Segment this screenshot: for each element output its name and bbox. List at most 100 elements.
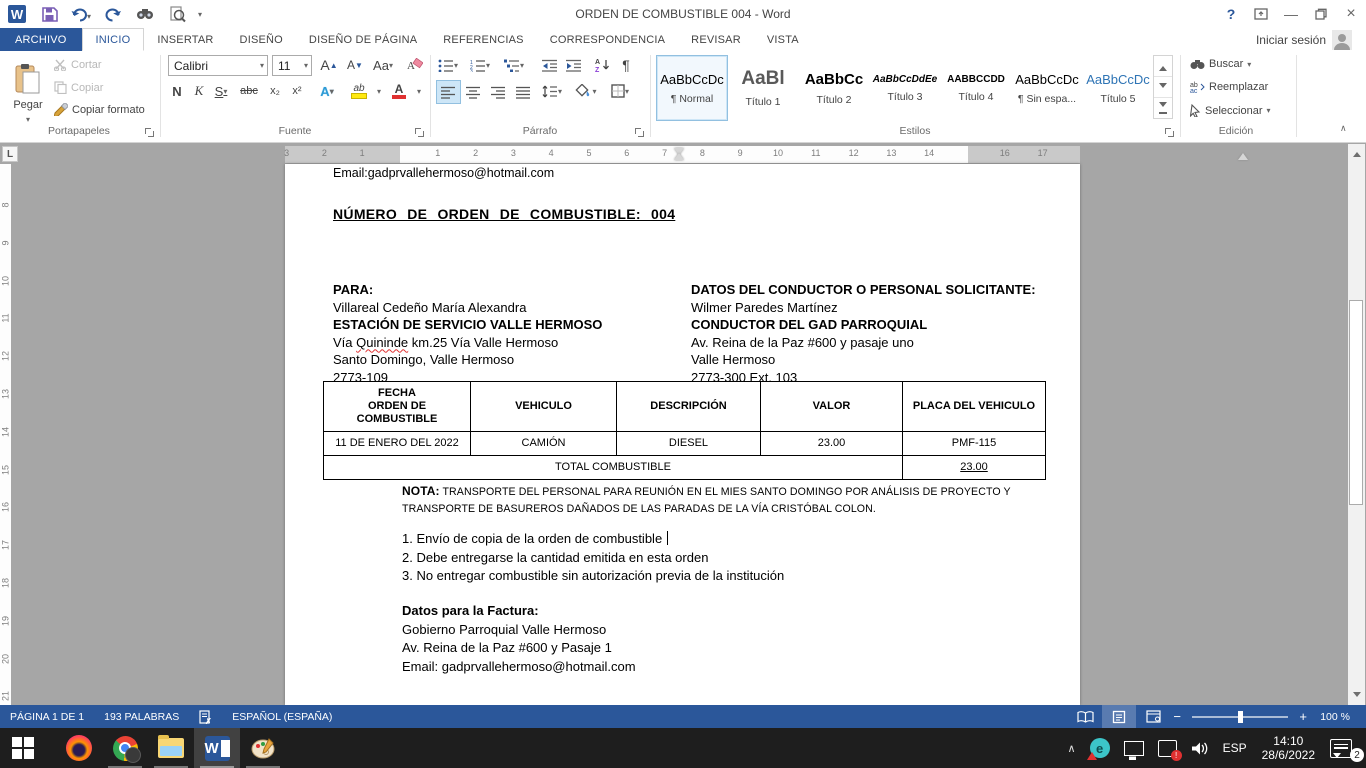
font-family-dropdown-icon[interactable]: ▾ xyxy=(260,61,264,70)
find-button[interactable]: Buscar▾ xyxy=(1190,58,1251,70)
document-page[interactable]: Email:gadprvallehermoso@hotmail.com NÚME… xyxy=(285,164,1080,705)
font-color-dropdown-icon[interactable]: ▾ xyxy=(408,80,430,102)
taskbar-clock[interactable]: 14:10 28/6/2022 xyxy=(1254,734,1323,762)
change-case-button[interactable]: Aa▾ xyxy=(372,54,394,76)
justify-button[interactable] xyxy=(511,80,536,104)
tab-referencias[interactable]: REFERENCIAS xyxy=(430,28,536,51)
horizontal-ruler[interactable]: 32112345678910111213141617 xyxy=(285,146,1080,163)
volume-tray-icon[interactable] xyxy=(1184,728,1216,768)
zoom-slider[interactable] xyxy=(1192,716,1288,718)
network-tray-icon[interactable] xyxy=(1117,728,1151,768)
tab-diseno-de-pagina[interactable]: DISEÑO DE PÁGINA xyxy=(296,28,430,51)
numbering-button[interactable]: 123 ▾ xyxy=(468,54,492,76)
help-icon[interactable]: ? xyxy=(1216,0,1246,28)
styles-gallery-more-icon[interactable] xyxy=(1154,98,1172,118)
underline-button[interactable]: S▾ xyxy=(210,80,232,102)
style-titulo-4[interactable]: AABBCCDD Título 4 xyxy=(940,55,1012,121)
align-right-button[interactable] xyxy=(486,80,511,104)
paste-dropdown-icon[interactable]: ▾ xyxy=(26,115,30,124)
tab-correspondencia[interactable]: CORRESPONDENCIA xyxy=(537,28,678,51)
style-titulo-5[interactable]: AaBbCcDc Título 5 xyxy=(1082,55,1154,121)
minimize-icon[interactable]: — xyxy=(1276,0,1306,28)
show-marks-button[interactable]: ¶ xyxy=(614,54,638,76)
bullets-button[interactable]: ▾ xyxy=(436,54,460,76)
text-effects-button[interactable]: A▾ xyxy=(316,80,338,102)
style-titulo-1[interactable]: AaBl Título 1 xyxy=(727,55,799,121)
decrease-indent-button[interactable] xyxy=(538,54,562,76)
font-size-dropdown-icon[interactable]: ▾ xyxy=(304,61,308,70)
antivirus-tray-icon[interactable]: e xyxy=(1083,728,1117,768)
close-icon[interactable]: × xyxy=(1336,0,1366,28)
multilevel-list-button[interactable]: ▾ xyxy=(502,54,526,76)
font-color-button[interactable]: A xyxy=(388,80,410,102)
bold-button[interactable]: N xyxy=(166,80,188,102)
scrollbar-thumb[interactable] xyxy=(1349,300,1363,505)
subscript-button[interactable]: x₂ xyxy=(264,80,286,102)
keyboard-language[interactable]: ESP xyxy=(1216,728,1254,768)
superscript-button[interactable]: x² xyxy=(286,80,308,102)
cut-button[interactable]: Cortar xyxy=(54,59,102,71)
taskbar-file-explorer[interactable] xyxy=(148,728,194,768)
taskbar-word[interactable]: W xyxy=(194,728,240,768)
fuel-order-table[interactable]: FECHA ORDEN DE COMBUSTIBLE VEHICULO DESC… xyxy=(323,381,1046,480)
tab-inicio[interactable]: INICIO xyxy=(82,28,145,51)
shading-button[interactable]: ▾ xyxy=(574,80,598,102)
replace-button[interactable]: abac Reemplazar xyxy=(1190,81,1268,93)
highlight-button[interactable]: ab xyxy=(348,80,370,102)
align-center-button[interactable] xyxy=(461,80,486,104)
notification-center-icon[interactable]: 2 xyxy=(1323,728,1366,768)
zoom-out-icon[interactable]: − xyxy=(1170,709,1184,724)
select-button[interactable]: Seleccionar▾ xyxy=(1190,104,1271,117)
strikethrough-button[interactable]: abc xyxy=(238,80,260,102)
web-layout-icon[interactable] xyxy=(1136,705,1170,728)
italic-button[interactable]: K xyxy=(188,80,210,102)
read-mode-icon[interactable] xyxy=(1068,705,1102,728)
style-normal[interactable]: AaBbCcDc ¶ Normal xyxy=(656,55,728,121)
word-logo-icon[interactable]: W xyxy=(6,3,28,25)
style-titulo-3[interactable]: AaBbCcDdEe Título 3 xyxy=(869,55,941,121)
qat-customize-icon[interactable]: ▾ xyxy=(198,10,202,19)
tray-expand-icon[interactable]: ∧ xyxy=(1061,728,1083,768)
ribbon-display-options-icon[interactable] xyxy=(1246,0,1276,28)
styles-scroll-up-icon[interactable] xyxy=(1154,56,1172,77)
tab-insertar[interactable]: INSERTAR xyxy=(144,28,226,51)
style-titulo-2[interactable]: AaBbCc Título 2 xyxy=(798,55,870,121)
taskbar-firefox[interactable] xyxy=(56,728,102,768)
align-left-button[interactable] xyxy=(436,80,461,104)
font-family-combo[interactable]: Calibri ▾ xyxy=(168,55,268,76)
print-layout-icon[interactable] xyxy=(1102,705,1136,728)
restore-icon[interactable] xyxy=(1306,0,1336,28)
collapse-ribbon-icon[interactable]: ∧ xyxy=(1340,123,1347,134)
clear-formatting-button[interactable]: A xyxy=(404,54,426,76)
undo-icon[interactable]: ▾ xyxy=(70,3,92,25)
highlight-dropdown-icon[interactable]: ▾ xyxy=(368,80,390,102)
grow-font-button[interactable]: A▲ xyxy=(318,54,340,76)
font-dialog-launcher-icon[interactable] xyxy=(414,127,424,137)
line-spacing-button[interactable]: ▾ xyxy=(540,80,564,102)
paste-button[interactable]: Pegar ▾ xyxy=(6,55,50,131)
page-indicator[interactable]: PÁGINA 1 DE 1 xyxy=(0,705,94,728)
paragraph-dialog-launcher-icon[interactable] xyxy=(634,127,644,137)
tab-diseno[interactable]: DISEÑO xyxy=(227,28,296,51)
tab-vista[interactable]: VISTA xyxy=(754,28,812,51)
increase-indent-button[interactable] xyxy=(562,54,586,76)
format-painter-button[interactable]: Copiar formato xyxy=(54,103,145,116)
copy-button[interactable]: Copiar xyxy=(54,81,103,94)
clipboard-dialog-launcher-icon[interactable] xyxy=(144,127,154,137)
tab-stop-selector[interactable]: L xyxy=(2,146,18,162)
scroll-up-icon[interactable] xyxy=(1348,144,1365,161)
word-count[interactable]: 193 PALABRAS xyxy=(94,705,189,728)
save-icon[interactable] xyxy=(38,3,60,25)
proofing-status-icon[interactable]: ✗ xyxy=(189,705,222,728)
taskbar-chrome[interactable] xyxy=(102,728,148,768)
borders-button[interactable]: ▾ xyxy=(608,80,632,102)
print-preview-icon[interactable] xyxy=(166,3,188,25)
sign-in[interactable]: Iniciar sesión xyxy=(1256,28,1352,51)
find-icon[interactable] xyxy=(134,3,156,25)
redo-icon[interactable] xyxy=(102,3,124,25)
vertical-ruler[interactable]: 89101112131415161718192021 xyxy=(0,164,11,705)
zoom-in-icon[interactable]: + xyxy=(1296,709,1310,724)
right-indent-marker[interactable] xyxy=(1238,148,1248,160)
zoom-slider-thumb[interactable] xyxy=(1238,711,1243,723)
taskbar-paint[interactable] xyxy=(240,728,286,768)
